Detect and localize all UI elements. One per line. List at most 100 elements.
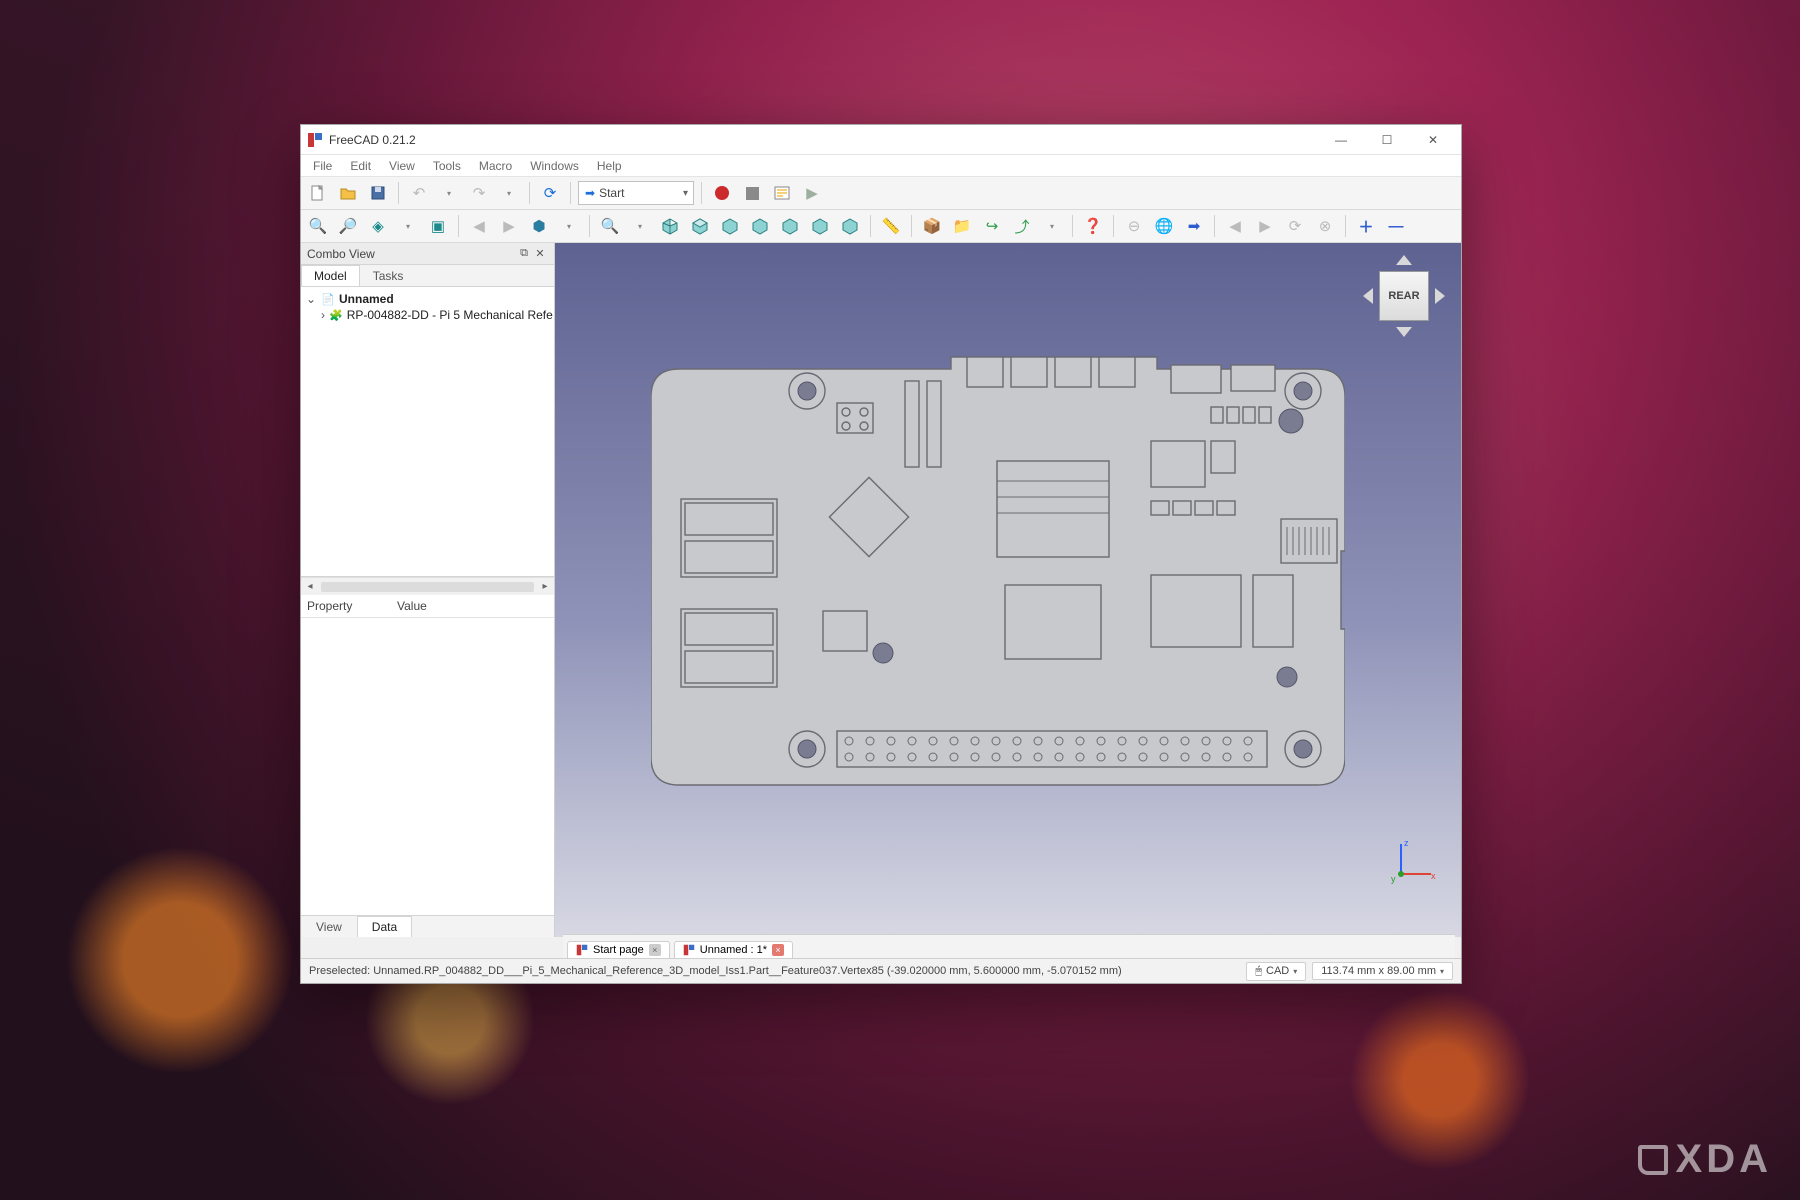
zoom-out-icon[interactable]: — (1383, 213, 1409, 239)
menu-tools[interactable]: Tools (425, 157, 469, 175)
group-icon[interactable]: 📁 (949, 213, 975, 239)
workbench-label: Start (599, 186, 624, 200)
property-tabs: View Data (301, 915, 554, 937)
tab-start-page[interactable]: Start page × (567, 941, 670, 958)
expand-toggle-icon[interactable]: › (321, 308, 325, 322)
tab-close-icon[interactable]: × (649, 944, 661, 956)
macro-run-icon[interactable]: ▶ (799, 180, 825, 206)
link-actions-dropdown-icon[interactable]: ▾ (1039, 213, 1065, 239)
new-file-icon[interactable] (305, 180, 331, 206)
bounding-box-icon[interactable]: ▣ (425, 213, 451, 239)
macro-stop-icon[interactable] (739, 180, 765, 206)
link-make-icon[interactable]: ↪ (979, 213, 1005, 239)
app-logo-icon (307, 132, 323, 148)
tree-root-label: Unnamed (339, 292, 394, 306)
whatsthis-icon[interactable]: ❓ (1080, 213, 1106, 239)
sel-forward-icon[interactable]: ▶ (1252, 213, 1278, 239)
property-panel: Property Value (301, 595, 554, 915)
measure-icon[interactable]: 📏 (878, 213, 904, 239)
tab-model[interactable]: Model (301, 265, 360, 286)
svg-text:y: y (1391, 874, 1396, 884)
draw-style-dropdown-icon[interactable]: ▾ (395, 213, 421, 239)
panel-float-icon[interactable]: ⧉ (516, 246, 532, 262)
xda-watermark: XDA (1638, 1137, 1772, 1182)
undo-icon[interactable]: ↶ (406, 180, 432, 206)
nav-back-icon[interactable]: ◀ (466, 213, 492, 239)
menu-windows[interactable]: Windows (522, 157, 587, 175)
tab-data[interactable]: Data (357, 916, 412, 937)
tab-view[interactable]: View (301, 916, 357, 937)
link-actions-icon[interactable]: ⤴ (1009, 213, 1035, 239)
nav-forward-icon[interactable]: ▶ (496, 213, 522, 239)
fit-all-icon[interactable]: 🔍 (305, 213, 331, 239)
isometric-dropdown-icon[interactable]: ▾ (556, 213, 582, 239)
pcb-model[interactable]: .s{fill:#c8c9cd;stroke:#6a6b72;stroke-wi… (651, 351, 1345, 803)
toolbar-row2: 🔍 🔎 ◈ ▾ ▣ ◀ ▶ ⬢ ▾ 🔍 ▾ 📏 📦 📁 ↪ (301, 210, 1461, 243)
tree-root-row[interactable]: ⌄ 📄 Unnamed (303, 291, 552, 307)
redo-dropdown-icon[interactable]: ▾ (496, 180, 522, 206)
zoom-in-icon[interactable]: ＋ (1353, 213, 1379, 239)
menu-help[interactable]: Help (589, 157, 630, 175)
titlebar[interactable]: FreeCAD 0.21.2 — ☐ ✕ (301, 125, 1461, 155)
sel-back-icon[interactable]: ◀ (1222, 213, 1248, 239)
workbench-selector[interactable]: ➡Start (578, 181, 694, 205)
refresh-icon[interactable]: ⟳ (537, 180, 563, 206)
menu-macro[interactable]: Macro (471, 157, 520, 175)
view-bottom-icon[interactable] (807, 213, 833, 239)
view-rear-icon[interactable] (777, 213, 803, 239)
menu-view[interactable]: View (381, 157, 423, 175)
redo-icon[interactable]: ↷ (466, 180, 492, 206)
undo-dropdown-icon[interactable]: ▾ (436, 180, 462, 206)
tree-hscrollbar[interactable]: ◂ ▸ (301, 577, 554, 595)
combo-view-header[interactable]: Combo View ⧉ ✕ (301, 243, 554, 265)
maximize-button[interactable]: ☐ (1365, 126, 1409, 154)
part-make-icon[interactable]: 📦 (919, 213, 945, 239)
navcube-down-icon[interactable] (1396, 327, 1412, 337)
dimensions-readout[interactable]: 113.74 mm x 89.00 mm ▾ (1312, 962, 1453, 980)
tree-child-row[interactable]: › 🧩 RP-004882-DD - Pi 5 Mechanical Refe (303, 307, 552, 323)
save-file-icon[interactable] (365, 180, 391, 206)
expand-toggle-icon[interactable]: ⌄ (305, 292, 317, 306)
zoom-sync-icon[interactable]: 🔍 (597, 213, 623, 239)
menu-edit[interactable]: Edit (342, 157, 379, 175)
fit-selection-icon[interactable]: 🔎 (335, 213, 361, 239)
freecad-window: FreeCAD 0.21.2 — ☐ ✕ File Edit View Tool… (300, 124, 1462, 984)
panel-close-icon[interactable]: ✕ (532, 246, 548, 262)
navcube-left-icon[interactable] (1363, 288, 1373, 304)
zoom-sync-dropdown-icon[interactable]: ▾ (627, 213, 653, 239)
scroll-thumb[interactable] (321, 582, 534, 592)
sel-cancel-icon[interactable]: ⊗ (1312, 213, 1338, 239)
web-home-icon[interactable]: 🌐 (1151, 213, 1177, 239)
tab-tasks[interactable]: Tasks (360, 265, 417, 286)
status-bar: Preselected: Unnamed.RP_004882_DD___Pi_5… (301, 958, 1461, 983)
macro-list-icon[interactable] (769, 180, 795, 206)
axis-indicator: z x y (1389, 836, 1439, 889)
tab-unnamed-doc[interactable]: Unnamed : 1* × (674, 941, 793, 958)
view-right-icon[interactable] (747, 213, 773, 239)
navcube-up-icon[interactable] (1396, 255, 1412, 265)
navcube-right-icon[interactable] (1435, 288, 1445, 304)
web-stop-icon[interactable]: ⊖ (1121, 213, 1147, 239)
scroll-left-icon[interactable]: ◂ (301, 581, 319, 592)
open-file-icon[interactable] (335, 180, 361, 206)
nav-style-selector[interactable]: 🖱 CAD ▾ (1246, 962, 1306, 981)
sel-refresh-icon[interactable]: ⟳ (1282, 213, 1308, 239)
close-button[interactable]: ✕ (1411, 126, 1455, 154)
view-top-icon[interactable] (717, 213, 743, 239)
minimize-button[interactable]: — (1319, 126, 1363, 154)
tab-close-icon[interactable]: × (772, 944, 784, 956)
navigation-cube[interactable]: REAR (1361, 253, 1447, 339)
view-iso-icon[interactable] (657, 213, 683, 239)
isometric-icon[interactable]: ⬢ (526, 213, 552, 239)
3d-viewport[interactable]: REAR z x y .s{fill:#c8c9cd;stroke:#6a6b7… (555, 243, 1461, 937)
draw-style-icon[interactable]: ◈ (365, 213, 391, 239)
web-next-icon[interactable]: ➡ (1181, 213, 1207, 239)
view-left-icon[interactable] (837, 213, 863, 239)
menu-file[interactable]: File (305, 157, 340, 175)
model-tree[interactable]: ⌄ 📄 Unnamed › 🧩 RP-004882-DD - Pi 5 Mech… (301, 287, 554, 577)
combo-view-title: Combo View (307, 247, 375, 261)
navcube-face[interactable]: REAR (1379, 271, 1429, 321)
view-front-icon[interactable] (687, 213, 713, 239)
scroll-right-icon[interactable]: ▸ (536, 581, 554, 592)
macro-record-icon[interactable] (709, 180, 735, 206)
